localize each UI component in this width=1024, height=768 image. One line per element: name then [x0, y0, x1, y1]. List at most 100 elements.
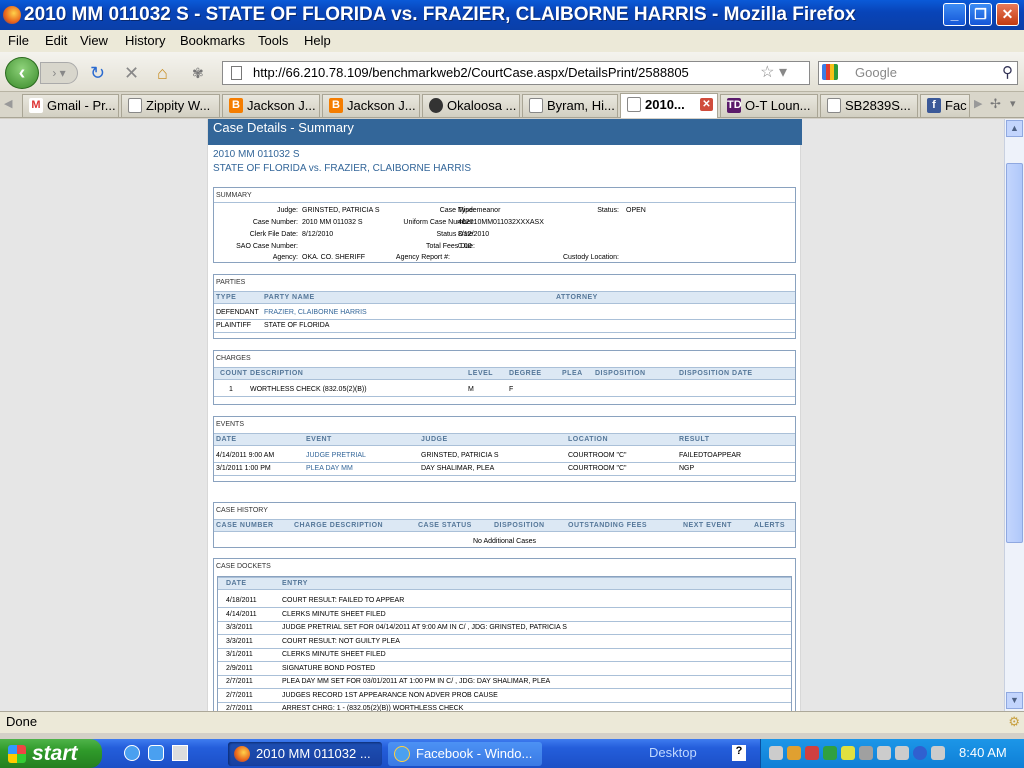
tray-app-icon[interactable] [841, 746, 855, 760]
tray-app-icon[interactable] [895, 746, 909, 760]
close-button[interactable]: ✕ [996, 3, 1019, 26]
forward-button[interactable]: › ▾ [40, 62, 78, 84]
agency-label: Agency: [272, 254, 298, 261]
maximize-button[interactable]: ❐ [969, 3, 992, 26]
menu-history[interactable]: History [125, 33, 165, 48]
event-location: COURTROOM "C" [568, 465, 627, 472]
search-icon[interactable]: ⚲ [1002, 62, 1013, 84]
tab-label: Jackson J... [247, 98, 316, 113]
facebook-icon: f [927, 98, 941, 113]
tab-7[interactable]: TD O-T Loun... [720, 94, 818, 117]
clock[interactable]: 8:40 AM [959, 745, 1007, 760]
col-entry: ENTRY [282, 580, 308, 587]
section-title: SUMMARY [216, 192, 252, 199]
tab-2[interactable]: B Jackson J... [222, 94, 320, 117]
tray-app-icon[interactable] [787, 746, 801, 760]
network-icon[interactable] [769, 746, 783, 760]
col-case-status: CASE STATUS [418, 522, 472, 529]
bluetooth-icon[interactable] [913, 746, 927, 760]
tab-0[interactable]: M Gmail - Pr... [22, 94, 119, 117]
menu-view[interactable]: View [80, 33, 108, 48]
menu-help[interactable]: Help [304, 33, 331, 48]
volume-icon[interactable] [877, 746, 891, 760]
tray-app-icon[interactable] [859, 746, 873, 760]
docket-entry: CLERKS MINUTE SHEET FILED [282, 651, 386, 658]
page-icon [529, 98, 543, 113]
google-icon[interactable] [822, 64, 838, 80]
addon-icon[interactable]: ✾ [192, 63, 204, 83]
show-desktop-icon[interactable] [172, 745, 188, 761]
tab-4[interactable]: Okaloosa ... [422, 94, 520, 117]
addon-bar-icon[interactable]: ⚙ [1008, 712, 1020, 732]
tab-list-icon[interactable]: ▾ [1010, 97, 1016, 110]
url-text: http://66.210.78.109/benchmarkweb2/Court… [253, 65, 689, 80]
tab-label: O-T Loun... [745, 98, 811, 113]
menu-tools[interactable]: Tools [258, 33, 288, 48]
docket-date: 2/7/2011 [226, 691, 253, 699]
scroll-thumb[interactable] [1006, 163, 1023, 543]
table-header: COUNT DESCRIPTION LEVEL DEGREE PLEA DISP… [214, 367, 795, 380]
start-label: start [32, 742, 78, 765]
title-bar[interactable]: 2010 MM 011032 S - STATE OF FLORIDA vs. … [0, 0, 1024, 30]
docket-row: 2/7/2011 ARREST CHRG: 1 - (832.05(2)(B)) … [218, 703, 791, 711]
tray-app-icon[interactable] [805, 746, 819, 760]
col-judge: JUDGE [421, 436, 448, 443]
reload-icon[interactable]: ↻ [90, 63, 105, 83]
event-link[interactable]: PLEA DAY MM [306, 465, 353, 472]
stop-icon[interactable]: ✕ [124, 63, 139, 83]
tray-app-icon[interactable] [823, 746, 837, 760]
col-result: RESULT [679, 436, 710, 443]
back-button[interactable]: ‹ [5, 57, 39, 89]
tab-bar: ◀ M Gmail - Pr... Zippity W... B Jackson J..… [0, 92, 1024, 118]
tab-5[interactable]: Byram, Hi... [522, 94, 618, 117]
section-title: CASE HISTORY [216, 507, 268, 514]
party-type: PLAINTIFF [216, 322, 252, 329]
tab-scroll-left-icon[interactable]: ◀ [4, 97, 12, 110]
event-link[interactable]: JUDGE PRETRIAL [306, 452, 366, 459]
new-tab-icon[interactable]: ✢ [990, 96, 1001, 112]
help-icon[interactable]: ? [732, 745, 746, 761]
tab-1[interactable]: Zippity W... [121, 94, 220, 117]
party-name-link[interactable]: FRAZIER, CLAIBORNE HARRIS [264, 309, 367, 316]
tab-label: Byram, Hi... [547, 98, 615, 113]
ie-quicklaunch-icon[interactable] [124, 745, 140, 761]
taskbar-button-firefox[interactable]: 2010 MM 011032 ... [228, 742, 382, 766]
tab-label: Fac [945, 98, 967, 113]
scroll-down-button[interactable]: ▼ [1006, 692, 1023, 709]
bookmark-star-icon[interactable]: ☆ ▾ [760, 62, 787, 84]
search-placeholder: Google [855, 65, 897, 80]
case-number-value: 2010 MM 011032 S [302, 219, 363, 226]
menu-bookmarks[interactable]: Bookmarks [180, 33, 245, 48]
url-bar[interactable]: http://66.210.78.109/benchmarkweb2/Court… [222, 61, 810, 85]
col-count: COUNT [220, 370, 248, 377]
start-button[interactable]: start [0, 739, 102, 768]
menu-edit[interactable]: Edit [45, 33, 67, 48]
tab-8[interactable]: SB2839S... [820, 94, 918, 117]
scroll-up-button[interactable]: ▲ [1006, 120, 1023, 137]
page-content: Case Details - Summary 2010 MM 011032 S … [0, 119, 1004, 711]
menu-file[interactable]: File [8, 33, 29, 48]
taskbar-button-ie[interactable]: Facebook - Windo... [388, 742, 542, 766]
page-header: Case Details - Summary [208, 119, 802, 145]
tab-3[interactable]: B Jackson J... [322, 94, 420, 117]
total-fees-value: 0.00 [458, 243, 472, 250]
tab-9[interactable]: f Fac [920, 94, 970, 117]
col-degree: DEGREE [509, 370, 542, 377]
charge-degree: F [509, 386, 514, 393]
desktop-toolbar[interactable]: Desktop [649, 745, 697, 760]
close-tab-icon[interactable]: ✕ [700, 98, 713, 111]
tab-6[interactable]: 2010... ✕ [620, 93, 718, 118]
tab-scroll-right-icon[interactable]: ▶ [974, 97, 982, 110]
vertical-scrollbar[interactable]: ▲ ▼ [1004, 119, 1024, 711]
search-box[interactable]: Google ⚲ [818, 61, 1018, 85]
tray-app-icon[interactable] [931, 746, 945, 760]
col-disposition: DISPOSITION [595, 370, 646, 377]
case-number-label: Case Number: [252, 219, 298, 226]
minimize-button[interactable]: _ [943, 3, 966, 26]
home-icon[interactable]: ⌂ [157, 63, 168, 83]
quicklaunch-icon[interactable] [148, 745, 164, 761]
status-date-value: 8/12/2010 [458, 231, 490, 238]
events-section: EVENTS DATE EVENT JUDGE LOCATION RESULT … [213, 416, 796, 482]
system-tray: 8:40 AM [760, 739, 1024, 768]
charge-count: 1 [229, 386, 233, 393]
